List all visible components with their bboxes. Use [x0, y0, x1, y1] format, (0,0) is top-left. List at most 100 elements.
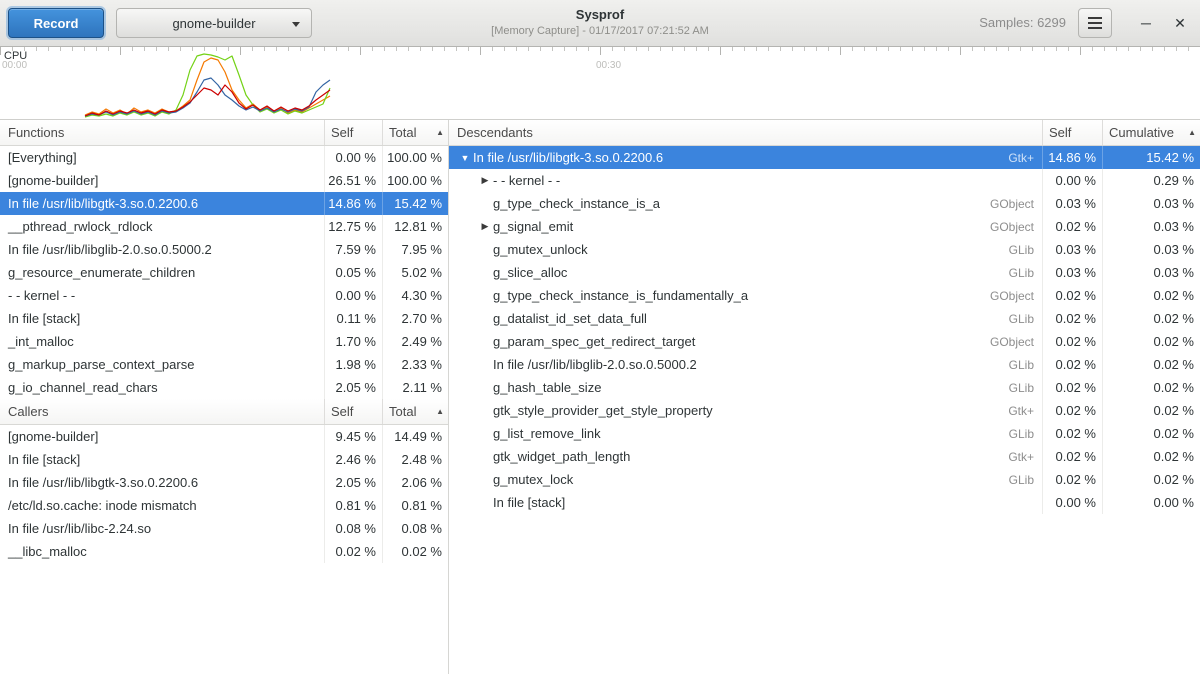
descendant-row[interactable]: g_slice_allocGLib0.03 %0.03 %	[449, 261, 1200, 284]
descendant-self: 0.02 %	[1042, 468, 1102, 491]
descendant-row[interactable]: gtk_style_provider_get_style_propertyGtk…	[449, 399, 1200, 422]
functions-self-column-header[interactable]: Self	[324, 120, 382, 145]
descendant-row[interactable]: ▶- - kernel - -0.00 %0.29 %	[449, 169, 1200, 192]
descendant-self: 0.02 %	[1042, 330, 1102, 353]
library-tag: GObject	[990, 289, 1042, 303]
minimize-button[interactable]: ─	[1134, 12, 1158, 34]
descendant-name: In file [stack]	[493, 495, 565, 510]
function-row[interactable]: _int_malloc1.70 %2.49 %	[0, 330, 448, 353]
descendant-self: 0.02 %	[1042, 307, 1102, 330]
descendant-self: 0.02 %	[1042, 399, 1102, 422]
close-button[interactable]: ✕	[1168, 12, 1192, 34]
caller-row-name: /etc/ld.so.cache: inode mismatch	[0, 494, 324, 517]
library-tag: GLib	[1009, 266, 1042, 280]
descendant-self: 0.02 %	[1042, 353, 1102, 376]
record-button[interactable]: Record	[8, 8, 104, 38]
expander-open-icon[interactable]: ▼	[457, 153, 473, 163]
process-selector-dropdown[interactable]: gnome-builder	[116, 8, 312, 38]
descendant-row[interactable]: In file /usr/lib/libglib-2.0.so.0.5000.2…	[449, 353, 1200, 376]
descendants-header-row: Descendants Self Cumulative ▲	[449, 120, 1200, 146]
function-row-total: 12.81 %	[382, 215, 448, 238]
callers-total-column-header[interactable]: Total ▲	[382, 399, 448, 424]
descendant-name: g_type_check_instance_is_a	[493, 196, 660, 211]
function-row-total: 4.30 %	[382, 284, 448, 307]
library-tag: Gtk+	[1008, 151, 1042, 165]
caller-row[interactable]: [gnome-builder]9.45 %14.49 %	[0, 425, 448, 448]
function-row[interactable]: [Everything]0.00 %100.00 %	[0, 146, 448, 169]
functions-total-column-header[interactable]: Total ▲	[382, 120, 448, 145]
functions-column-header[interactable]: Functions	[0, 125, 324, 140]
caller-row[interactable]: In file /usr/lib/libc-2.24.so0.08 %0.08 …	[0, 517, 448, 540]
descendant-name-cell: g_slice_allocGLib	[449, 261, 1042, 284]
descendant-row[interactable]: g_param_spec_get_redirect_targetGObject0…	[449, 330, 1200, 353]
library-tag: GLib	[1009, 473, 1042, 487]
callers-self-column-header[interactable]: Self	[324, 399, 382, 424]
descendant-row[interactable]: gtk_widget_path_lengthGtk+0.02 %0.02 %	[449, 445, 1200, 468]
function-row[interactable]: [gnome-builder]26.51 %100.00 %	[0, 169, 448, 192]
library-tag: GObject	[990, 197, 1042, 211]
descendant-name: In file /usr/lib/libgtk-3.so.0.2200.6	[473, 150, 663, 165]
caller-row[interactable]: In file /usr/lib/libgtk-3.so.0.2200.62.0…	[0, 471, 448, 494]
function-row[interactable]: g_resource_enumerate_children0.05 %5.02 …	[0, 261, 448, 284]
descendant-self: 0.02 %	[1042, 376, 1102, 399]
descendant-row[interactable]: g_hash_table_sizeGLib0.02 %0.02 %	[449, 376, 1200, 399]
caller-row-total: 2.48 %	[382, 448, 448, 471]
descendants-self-column-header[interactable]: Self	[1042, 120, 1102, 145]
caller-row-self: 2.05 %	[324, 471, 382, 494]
sort-ascending-icon: ▲	[436, 128, 444, 137]
descendant-row[interactable]: ▶g_signal_emitGObject0.02 %0.03 %	[449, 215, 1200, 238]
descendant-name: gtk_style_provider_get_style_property	[493, 403, 713, 418]
callers-column-header[interactable]: Callers	[0, 404, 324, 419]
function-row-total: 7.95 %	[382, 238, 448, 261]
expander-closed-icon[interactable]: ▶	[477, 175, 493, 186]
function-row-name: __pthread_rwlock_rdlock	[0, 215, 324, 238]
sort-ascending-icon: ▲	[1188, 128, 1196, 137]
descendant-name-cell: g_list_remove_linkGLib	[449, 422, 1042, 445]
descendant-row[interactable]: g_mutex_lockGLib0.02 %0.02 %	[449, 468, 1200, 491]
function-row[interactable]: In file [stack]0.11 %2.70 %	[0, 307, 448, 330]
descendant-cumulative: 0.02 %	[1102, 284, 1200, 307]
descendant-row[interactable]: g_type_check_instance_is_aGObject0.03 %0…	[449, 192, 1200, 215]
descendant-row[interactable]: In file [stack]0.00 %0.00 %	[449, 491, 1200, 514]
descendant-name: g_mutex_lock	[493, 472, 573, 487]
caller-row-total: 0.08 %	[382, 517, 448, 540]
descendant-name: g_signal_emit	[493, 219, 573, 234]
caller-row-self: 2.46 %	[324, 448, 382, 471]
descendant-row[interactable]: g_mutex_unlockGLib0.03 %0.03 %	[449, 238, 1200, 261]
menu-button[interactable]	[1078, 8, 1112, 38]
descendant-name-cell: ▶- - kernel - -	[449, 169, 1042, 192]
caller-row-total: 2.06 %	[382, 471, 448, 494]
caller-row-total: 0.02 %	[382, 540, 448, 563]
function-row-name: g_resource_enumerate_children	[0, 261, 324, 284]
descendant-row[interactable]: g_datalist_id_set_data_fullGLib0.02 %0.0…	[449, 307, 1200, 330]
function-row[interactable]: In file /usr/lib/libgtk-3.so.0.2200.614.…	[0, 192, 448, 215]
function-row-self: 2.05 %	[324, 376, 382, 399]
caller-row[interactable]: In file [stack]2.46 %2.48 %	[0, 448, 448, 471]
cpu-series-cpu-2	[85, 78, 330, 116]
caller-row[interactable]: __libc_malloc0.02 %0.02 %	[0, 540, 448, 563]
descendant-name: g_list_remove_link	[493, 426, 601, 441]
function-row-total: 5.02 %	[382, 261, 448, 284]
descendant-name-cell: gtk_style_provider_get_style_propertyGtk…	[449, 399, 1042, 422]
function-row[interactable]: g_io_channel_read_chars2.05 %2.11 %	[0, 376, 448, 399]
library-tag: GLib	[1009, 381, 1042, 395]
caller-row-name: In file /usr/lib/libc-2.24.so	[0, 517, 324, 540]
descendant-self: 0.03 %	[1042, 238, 1102, 261]
descendant-self: 0.02 %	[1042, 284, 1102, 307]
descendant-cumulative: 0.03 %	[1102, 192, 1200, 215]
descendant-cumulative: 0.02 %	[1102, 399, 1200, 422]
descendant-row[interactable]: g_list_remove_linkGLib0.02 %0.02 %	[449, 422, 1200, 445]
descendants-column-header[interactable]: Descendants	[449, 125, 1042, 140]
descendant-name-cell: g_datalist_id_set_data_fullGLib	[449, 307, 1042, 330]
caller-row[interactable]: /etc/ld.so.cache: inode mismatch0.81 %0.…	[0, 494, 448, 517]
descendants-cumulative-column-header[interactable]: Cumulative ▲	[1102, 120, 1200, 145]
function-row[interactable]: __pthread_rwlock_rdlock12.75 %12.81 %	[0, 215, 448, 238]
minimize-icon: ─	[1141, 15, 1151, 31]
function-row[interactable]: g_markup_parse_context_parse1.98 %2.33 %	[0, 353, 448, 376]
function-row[interactable]: - - kernel - -0.00 %4.30 %	[0, 284, 448, 307]
expander-closed-icon[interactable]: ▶	[477, 221, 493, 232]
descendant-row[interactable]: ▼In file /usr/lib/libgtk-3.so.0.2200.6 Gt…	[449, 146, 1200, 169]
cpu-usage-graph[interactable]: CPU 00:00 00:30	[0, 47, 1200, 120]
descendant-row[interactable]: g_type_check_instance_is_fundamentally_a…	[449, 284, 1200, 307]
function-row[interactable]: In file /usr/lib/libglib-2.0.so.0.5000.2…	[0, 238, 448, 261]
